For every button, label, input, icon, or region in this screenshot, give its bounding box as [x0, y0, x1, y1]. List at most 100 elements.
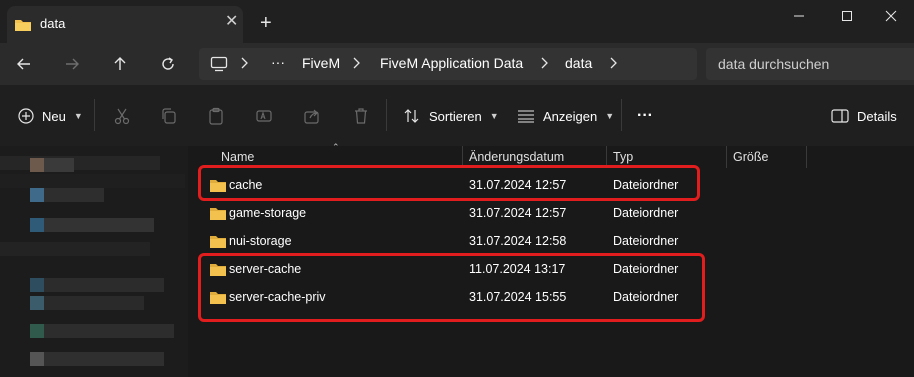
- chevron-right-icon[interactable]: [539, 56, 549, 73]
- sort-icon: [404, 109, 419, 123]
- plus-circle-icon: [18, 108, 34, 124]
- arrow-left-icon: [17, 58, 30, 70]
- new-label: Neu: [42, 108, 66, 124]
- chevron-right-icon[interactable]: [351, 56, 361, 73]
- folder-icon: [14, 17, 32, 36]
- chevron-down-icon: ▼: [605, 111, 615, 121]
- title-bar: data ✕ +: [0, 0, 914, 43]
- address-row: ··· FiveM FiveM Application Data data da…: [0, 43, 914, 85]
- details-button[interactable]: Details: [831, 101, 897, 131]
- blurred-item: [44, 296, 144, 310]
- delete-button[interactable]: [351, 106, 371, 126]
- close-icon: [885, 10, 897, 22]
- navigation-pane: [0, 146, 188, 377]
- chevron-right-icon[interactable]: [239, 56, 249, 73]
- new-tab-button[interactable]: +: [260, 13, 272, 33]
- highlight-box: [198, 165, 700, 201]
- paste-button[interactable]: [206, 106, 226, 126]
- file-name[interactable]: nui-storage: [229, 234, 292, 248]
- blurred-item: [44, 324, 174, 338]
- arrow-up-icon: [114, 57, 126, 70]
- column-divider[interactable]: [726, 146, 727, 168]
- file-type: Dateiordner: [613, 234, 679, 248]
- minimize-icon: [794, 15, 804, 17]
- refresh-icon: [162, 57, 174, 70]
- tab-data[interactable]: data ✕: [7, 6, 243, 43]
- blurred-item: [30, 218, 44, 232]
- scissors-icon: [114, 108, 130, 125]
- copy-button[interactable]: [159, 106, 179, 126]
- computer-icon[interactable]: [210, 56, 228, 75]
- view-label: Anzeigen: [543, 108, 598, 124]
- divider: [94, 99, 95, 131]
- divider: [386, 99, 387, 131]
- breadcrumb[interactable]: ··· FiveM FiveM Application Data data: [199, 48, 697, 80]
- chevron-right-icon[interactable]: [608, 56, 618, 73]
- tab-title: data: [40, 16, 66, 31]
- sort-button[interactable]: Sortieren ▼: [403, 101, 499, 131]
- share-icon: [304, 109, 319, 124]
- breadcrumb-overflow[interactable]: ···: [271, 54, 285, 70]
- blurred-item: [44, 158, 74, 172]
- details-label: Details: [857, 108, 897, 124]
- blurred-item: [30, 296, 44, 310]
- trash-icon: [355, 108, 367, 124]
- column-header-size[interactable]: Größe: [733, 146, 768, 168]
- blurred-item: [30, 324, 44, 338]
- column-divider[interactable]: [806, 146, 807, 168]
- chevron-down-icon: ▼: [73, 111, 83, 121]
- forward-button[interactable]: [58, 52, 86, 76]
- file-date: 31.07.2024 12:57: [469, 206, 567, 220]
- table-row[interactable]: nui-storage 31.07.2024 12:58 Dateiordner: [189, 228, 914, 256]
- highlight-box: [198, 253, 705, 322]
- search-input[interactable]: data durchsuchen: [706, 48, 914, 80]
- breadcrumb-item-application-data[interactable]: FiveM Application Data: [380, 55, 523, 71]
- sort-ascending-icon: ⌃: [332, 142, 340, 152]
- blurred-item: [0, 174, 185, 188]
- blurred-item: [44, 218, 154, 232]
- command-bar: Neu ▼ Sortieren ▼ Anzeigen ▼ ··· Details: [0, 85, 914, 146]
- maximize-button[interactable]: [824, 0, 870, 32]
- chevron-down-icon: ▼: [489, 111, 499, 121]
- rename-icon: [256, 110, 272, 122]
- arrow-right-icon: [66, 58, 79, 70]
- blurred-item: [44, 278, 164, 292]
- blurred-item: [44, 352, 164, 366]
- minimize-button[interactable]: [776, 0, 822, 32]
- search-placeholder: data durchsuchen: [718, 56, 830, 72]
- breadcrumb-item-fivem[interactable]: FiveM: [302, 55, 340, 71]
- copy-icon: [162, 108, 176, 124]
- rename-button[interactable]: [254, 106, 274, 126]
- up-button[interactable]: [106, 52, 134, 76]
- sort-label: Sortieren: [429, 108, 482, 124]
- folder-icon: [209, 234, 227, 253]
- divider: [621, 99, 622, 131]
- blurred-item: [30, 352, 44, 366]
- details-pane-icon: [831, 109, 849, 123]
- table-row[interactable]: game-storage 31.07.2024 12:57 Dateiordne…: [189, 200, 914, 228]
- file-type: Dateiordner: [613, 206, 679, 220]
- refresh-button[interactable]: [154, 52, 182, 76]
- more-options-button[interactable]: ···: [637, 101, 653, 131]
- blurred-item: [30, 278, 44, 292]
- list-view-icon: [518, 110, 534, 123]
- breadcrumb-item-data[interactable]: data: [565, 55, 592, 71]
- view-button[interactable]: Anzeigen ▼: [517, 101, 614, 131]
- blurred-item: [30, 188, 44, 202]
- blurred-item: [44, 188, 104, 202]
- file-date: 31.07.2024 12:58: [469, 234, 567, 248]
- blurred-item: [0, 156, 160, 170]
- share-button[interactable]: [302, 106, 322, 126]
- folder-icon: [209, 206, 227, 225]
- back-button[interactable]: [10, 52, 38, 76]
- file-name[interactable]: game-storage: [229, 206, 306, 220]
- blurred-item: [30, 158, 44, 172]
- blurred-item: [0, 242, 150, 256]
- cut-button[interactable]: [112, 106, 132, 126]
- clipboard-icon: [209, 107, 223, 125]
- file-list: ⌃ Name Änderungsdatum Typ Größe cache 31…: [189, 142, 914, 377]
- new-button[interactable]: Neu ▼: [18, 101, 83, 131]
- close-button[interactable]: [868, 0, 914, 32]
- tab-close-icon[interactable]: ✕: [225, 14, 238, 30]
- maximize-icon: [842, 11, 852, 21]
